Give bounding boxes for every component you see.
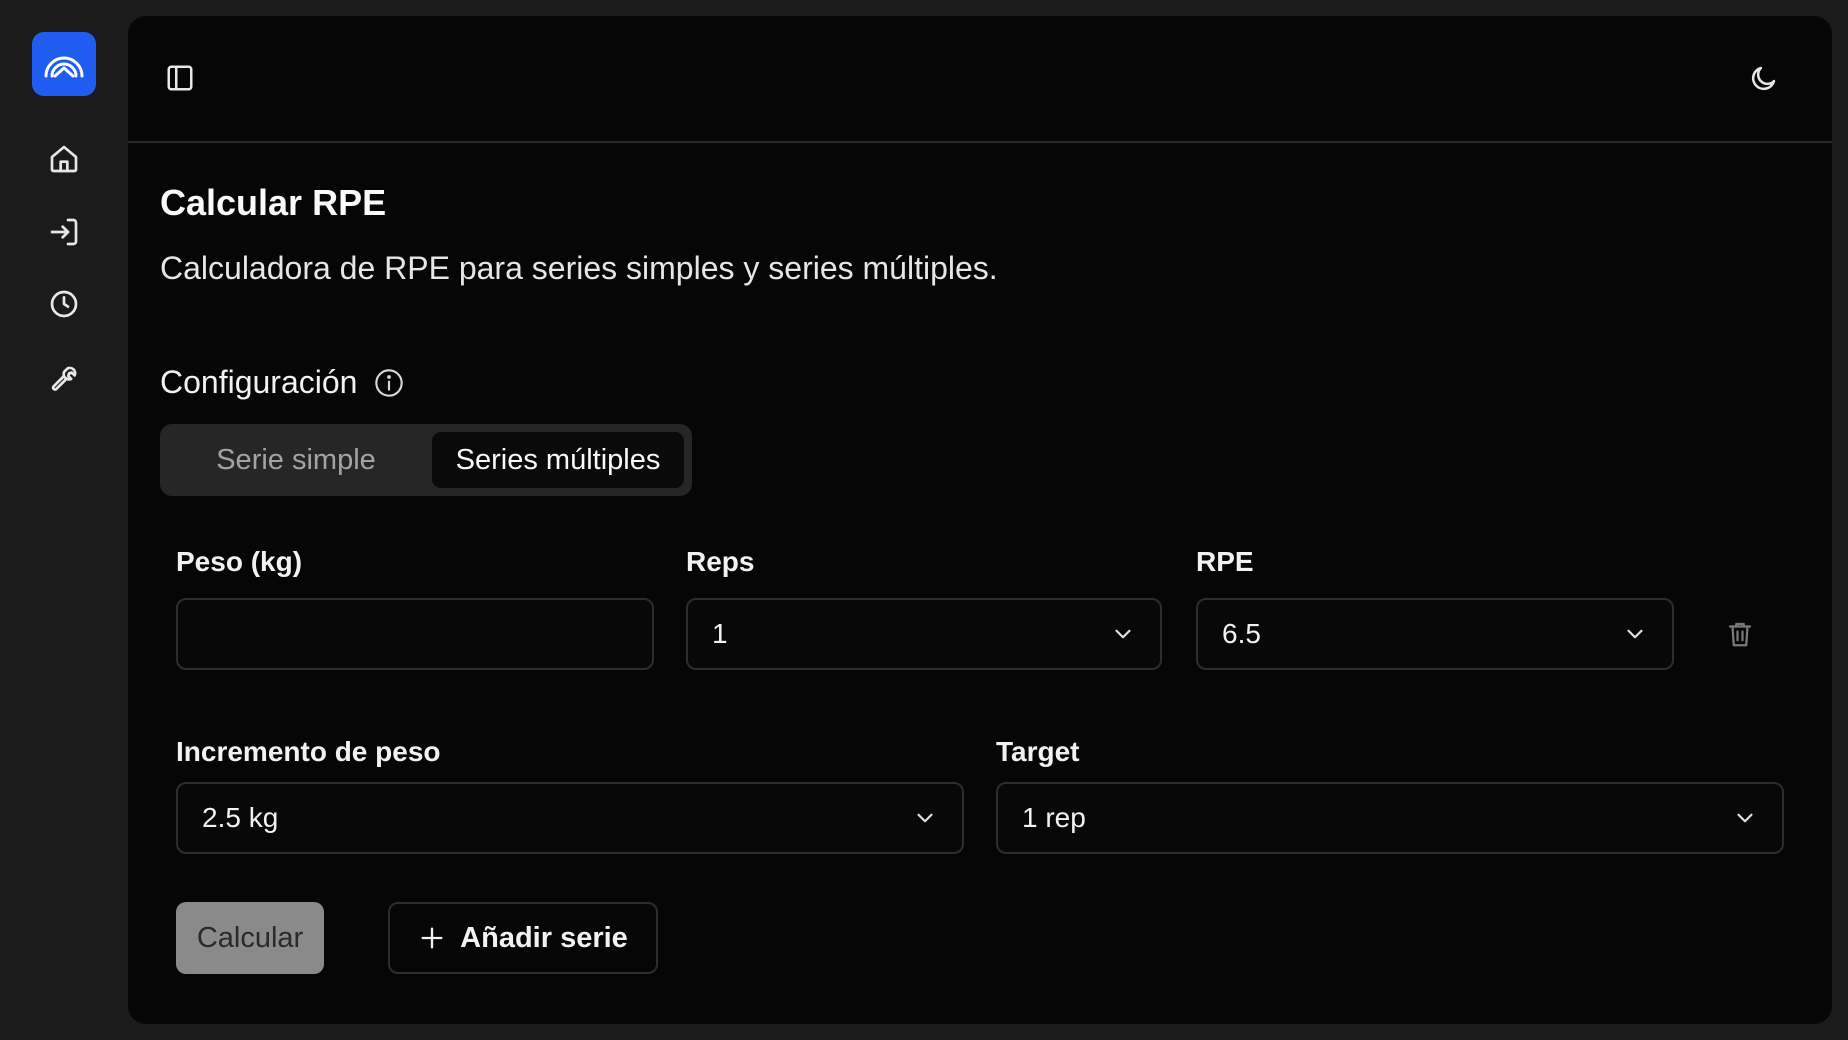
target-select-value: 1 rep	[1022, 802, 1086, 833]
target-label: Target	[996, 736, 1080, 767]
weight-label: Peso (kg)	[176, 546, 303, 577]
page-subtitle: Calculadora de RPE para series simples y…	[160, 250, 998, 286]
mode-tabs: Serie simple Series múltiples	[160, 424, 692, 496]
wrench-icon[interactable]	[42, 354, 86, 398]
trash-icon[interactable]	[1718, 612, 1762, 656]
calculate-button[interactable]: Calcular	[176, 902, 324, 974]
config-heading: Configuración	[160, 364, 405, 401]
chevron-down-icon	[912, 805, 938, 831]
clock-icon[interactable]	[42, 282, 86, 326]
rpe-select[interactable]: 6.5	[1196, 598, 1674, 670]
home-icon[interactable]	[42, 137, 86, 181]
moon-icon[interactable]	[1742, 56, 1786, 100]
tab-serie-simple[interactable]: Serie simple	[168, 432, 424, 488]
plus-icon	[418, 924, 446, 952]
chevron-down-icon	[1732, 805, 1758, 831]
increment-select[interactable]: 2.5 kg	[176, 782, 964, 854]
page-title: Calcular RPE	[160, 182, 387, 223]
add-series-label: Añadir serie	[460, 921, 628, 954]
tab-series-multiples[interactable]: Series múltiples	[432, 432, 684, 488]
increment-select-value: 2.5 kg	[202, 802, 279, 833]
info-icon[interactable]	[373, 367, 405, 399]
reps-select-value: 1	[712, 618, 728, 649]
rpe-label: RPE	[1196, 546, 1254, 577]
topbar	[128, 16, 1832, 143]
logo-icon[interactable]	[32, 32, 96, 96]
chevron-down-icon	[1110, 621, 1136, 647]
increment-label: Incremento de peso	[176, 736, 441, 767]
reps-label: Reps	[686, 546, 755, 577]
config-title: Configuración	[160, 364, 358, 400]
rpe-select-value: 6.5	[1222, 618, 1261, 649]
login-icon[interactable]	[42, 210, 86, 254]
sidebar-toggle-icon[interactable]	[158, 56, 202, 100]
reps-select[interactable]: 1	[686, 598, 1162, 670]
add-series-button[interactable]: Añadir serie	[388, 902, 658, 974]
main-panel: Calcular RPE Calculadora de RPE para ser…	[128, 16, 1832, 1024]
target-select[interactable]: 1 rep	[996, 782, 1784, 854]
weight-input[interactable]	[176, 598, 654, 670]
chevron-down-icon	[1622, 621, 1648, 647]
sidebar	[0, 0, 128, 1040]
